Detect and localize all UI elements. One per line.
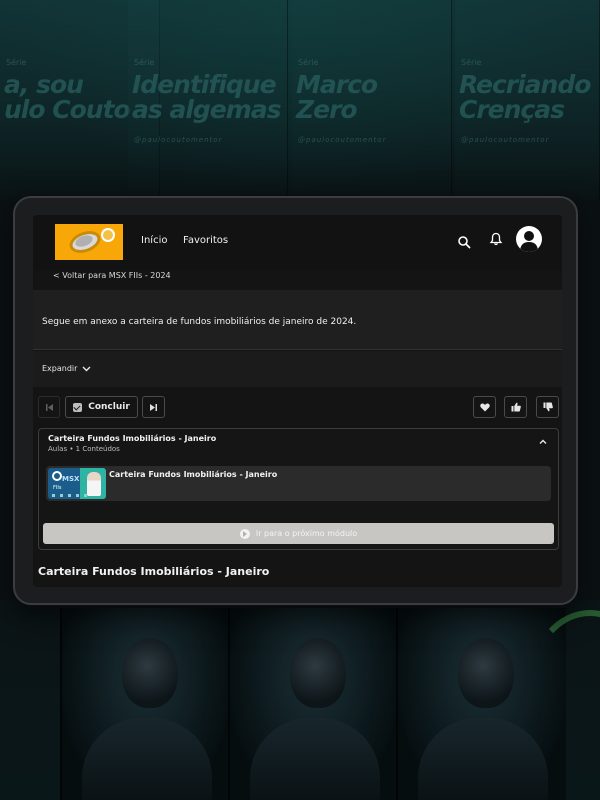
- poster-title-line2: as algemas: [132, 95, 282, 124]
- lesson-thumbnail: MSX FIIs: [48, 468, 106, 499]
- expand-button[interactable]: Expandir: [42, 364, 91, 373]
- content-title: Carteira Fundos Imobiliários - Janeiro: [38, 565, 270, 578]
- lesson-description: Segue em anexo a carteira de fundos imob…: [42, 317, 357, 327]
- poster-title-line1: Identifique: [132, 70, 277, 99]
- skip-next-icon: [150, 403, 157, 411]
- tablet-frame: Início Favoritos < Voltar para MSX FIIs …: [13, 196, 578, 605]
- play-circle-icon: [239, 528, 250, 539]
- poster-kicker: Série: [461, 58, 482, 67]
- nav-favoritos[interactable]: Favoritos: [183, 235, 228, 246]
- thumbs-up-icon: [511, 402, 521, 412]
- module-subtitle: Aulas • 1 Conteúdos: [48, 445, 120, 453]
- poster-title: Marco Zero: [296, 72, 447, 122]
- expand-panel: Expandir: [33, 351, 562, 387]
- brand-logo[interactable]: [55, 224, 123, 260]
- lesson-title: Carteira Fundos Imobiliários - Janeiro: [109, 470, 278, 479]
- module-title: Carteira Fundos Imobiliários - Janeiro: [48, 434, 217, 443]
- previous-lesson-button[interactable]: [38, 396, 60, 418]
- lesson-description-panel: Segue em anexo a carteira de fundos imob…: [33, 290, 562, 350]
- poster-title: Identifique as algemas: [132, 72, 283, 122]
- skip-previous-icon: [45, 403, 53, 411]
- poster-4: Série Recriando Crenças @paulocoutomento…: [455, 0, 600, 200]
- dislike-button[interactable]: [536, 396, 559, 418]
- bell-icon[interactable]: [489, 232, 503, 246]
- heart-icon: [479, 403, 490, 411]
- poster-handle: @paulocoutomentor: [134, 136, 223, 144]
- poster-title-line2: Crenças: [459, 95, 565, 124]
- chevron-down-icon: [82, 366, 91, 371]
- search-icon[interactable]: [457, 235, 471, 249]
- thumbnail-brand: MSX: [62, 475, 80, 483]
- next-module-button[interactable]: Ir para o próximo módulo: [43, 523, 554, 544]
- background-photo-2: [228, 608, 398, 800]
- thumbs-down-icon: [543, 402, 553, 412]
- thumbnail-sub: FIIs: [53, 485, 62, 491]
- concluir-button[interactable]: Concluir: [65, 396, 138, 418]
- concluir-label: Concluir: [88, 402, 130, 412]
- background-photo-1: [60, 608, 230, 800]
- poster-kicker: Série: [298, 58, 319, 67]
- tablet-screen: Início Favoritos < Voltar para MSX FIIs …: [33, 215, 562, 587]
- poster-3: Série Marco Zero @paulocoutomentor: [292, 0, 452, 200]
- next-lesson-button[interactable]: [142, 396, 165, 418]
- like-button[interactable]: [504, 396, 527, 418]
- poster-kicker: Série: [134, 58, 155, 67]
- nav-inicio[interactable]: Início: [141, 235, 167, 246]
- poster-kicker: Série: [6, 58, 27, 67]
- chevron-up-icon[interactable]: [538, 437, 548, 447]
- poster-title-line1: Recriando: [459, 70, 591, 99]
- back-link[interactable]: < Voltar para MSX FIIs - 2024: [53, 271, 171, 280]
- user-avatar[interactable]: [516, 226, 542, 252]
- next-module-label: Ir para o próximo módulo: [255, 529, 358, 538]
- module-panel: Carteira Fundos Imobiliários - Janeiro A…: [38, 428, 559, 550]
- top-header: Início Favoritos < Voltar para MSX FIIs …: [33, 215, 562, 280]
- poster-2: Série Identifique as algemas @paulocouto…: [128, 0, 288, 200]
- lesson-item[interactable]: MSX FIIs Carteira Fundos Imobiliários - …: [46, 466, 551, 501]
- favorite-button[interactable]: [473, 396, 496, 418]
- check-icon: [73, 402, 83, 412]
- poster-title: Recriando Crenças: [459, 72, 595, 122]
- poster-title-line2: Zero: [296, 95, 358, 124]
- user-icon: [520, 231, 538, 252]
- poster-title-line1: Marco: [296, 70, 378, 99]
- poster-handle: @paulocoutomentor: [298, 136, 387, 144]
- expand-label: Expandir: [42, 364, 78, 373]
- poster-handle: @paulocoutomentor: [461, 136, 550, 144]
